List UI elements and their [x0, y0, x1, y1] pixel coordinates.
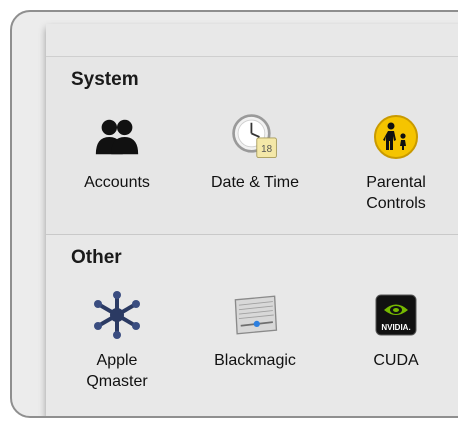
blackmagic-icon	[230, 290, 280, 340]
system-section: System Accounts 18 Date & Time Parental …	[46, 57, 458, 235]
pane-parental-controls[interactable]: Parental Controls	[331, 112, 458, 214]
cuda-badge-text: NVIDIA.	[381, 323, 410, 332]
zoom-callout-frame: System Accounts 18 Date & Time Parental …	[10, 10, 458, 418]
pane-date-time[interactable]: 18 Date & Time	[190, 112, 320, 193]
date-time-icon: 18	[230, 112, 280, 162]
pane-label: Blackmagic	[214, 352, 296, 369]
window-top-strip	[46, 24, 458, 57]
other-section: Other Apple Qmaster Blackmagic NVIDIA. C…	[46, 235, 458, 416]
cuda-icon: NVIDIA.	[371, 290, 421, 340]
section-title-system: System	[71, 69, 139, 90]
accounts-icon	[92, 112, 142, 162]
pane-label: Parental Controls	[366, 174, 426, 212]
qmaster-icon	[92, 290, 142, 340]
pane-accounts[interactable]: Accounts	[52, 112, 182, 193]
pane-label: Apple Qmaster	[86, 352, 148, 390]
pane-blackmagic[interactable]: Blackmagic	[190, 290, 320, 371]
section-title-other: Other	[71, 247, 122, 268]
pane-label: Date & Time	[210, 174, 300, 191]
pane-cuda[interactable]: NVIDIA. CUDA	[331, 290, 458, 371]
parental-controls-icon	[371, 112, 421, 162]
pane-label: Accounts	[84, 174, 150, 191]
calendar-day: 18	[261, 144, 272, 155]
pane-apple-qmaster[interactable]: Apple Qmaster	[52, 290, 182, 392]
system-preferences-window: System Accounts 18 Date & Time Parental …	[46, 24, 458, 416]
pane-label: CUDA	[373, 352, 419, 369]
